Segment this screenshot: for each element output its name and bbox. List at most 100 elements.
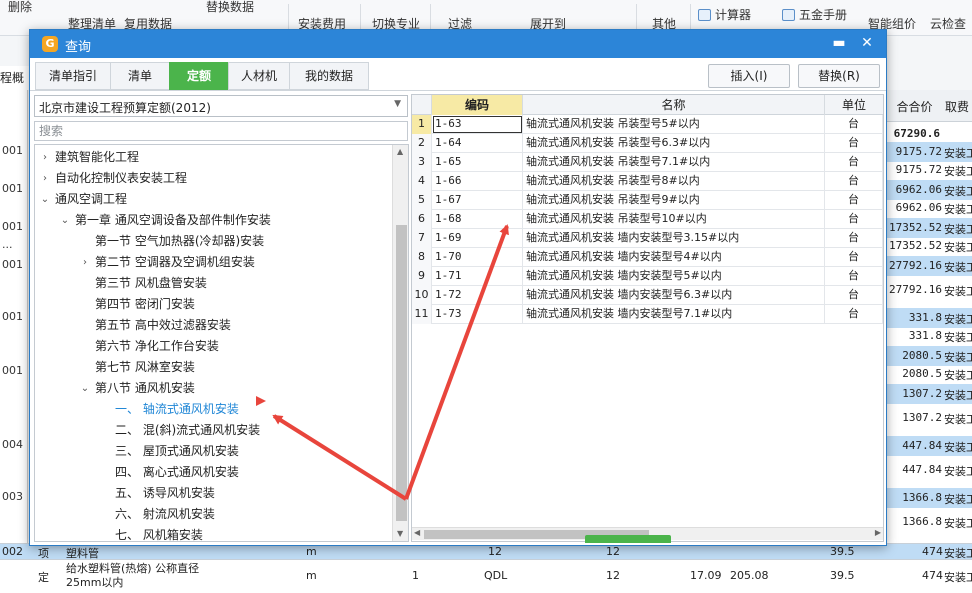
table-row[interactable]: 002 项 塑料管 m 12 12 39.5 474 安装工 <box>0 544 972 560</box>
minimize-icon[interactable]: ▬ <box>830 35 848 53</box>
chevron-right-icon[interactable]: › <box>39 147 51 168</box>
tree-node[interactable]: 一、 轴流式通风机安装 <box>35 399 390 420</box>
chevron-right-icon[interactable]: › <box>39 168 51 189</box>
table-row[interactable]: 6962.06 安装工 <box>887 180 972 200</box>
toolbar-calculator[interactable]: 计算器 <box>698 6 751 23</box>
tree-node[interactable]: ⌄ 第八节 通风机安装 <box>35 378 390 399</box>
chevron-down-icon[interactable]: ⌄ <box>39 189 51 210</box>
tree-node[interactable]: 七、 风机箱安装 <box>35 525 390 541</box>
tree-node[interactable]: 六、 射流风机安装 <box>35 504 390 525</box>
tree-node[interactable]: ⌄ 第一章 通风空调设备及部件制作安装 <box>35 210 390 231</box>
scroll-right-icon[interactable]: ▶ <box>875 528 881 537</box>
code-column-header[interactable]: 编码 <box>432 95 523 115</box>
tab-bill-guide[interactable]: 清单指引 <box>35 62 111 90</box>
tree-node[interactable]: 第三节 风机盘管安装 <box>35 273 390 294</box>
toolbar-delete[interactable]: 删除 <box>8 0 32 15</box>
quota-unit: 台 <box>825 191 883 210</box>
table-row[interactable]: 331.8 安装工 <box>887 326 972 346</box>
tree-node[interactable]: 二、 混(斜)流式通风机安装 <box>35 420 390 441</box>
table-row[interactable]: 1366.8 安装工 <box>887 488 972 508</box>
row-number: 11 <box>412 305 432 324</box>
chevron-down-icon[interactable]: ⌄ <box>59 210 71 231</box>
scroll-left-icon[interactable]: ◀ <box>414 528 420 537</box>
row-code: 001 <box>2 364 23 377</box>
table-row[interactable]: 27792.16 安装工 <box>887 256 972 276</box>
row-number: 4 <box>412 172 432 191</box>
tree-node[interactable]: › 自动化控制仪表安装工程 <box>35 168 390 189</box>
table-row[interactable]: 3 1-65 轴流式通风机安装 吊装型号7.1#以内台 <box>412 153 883 172</box>
row-fee: 安装工 <box>944 466 972 478</box>
tab-labor-material[interactable]: 人材机 <box>228 62 290 90</box>
close-icon[interactable]: ✕ <box>858 34 876 52</box>
tree-node[interactable]: 第五节 高中效过滤器安装 <box>35 315 390 336</box>
project-overview-tab[interactable]: 程概况 <box>0 66 30 109</box>
search-input[interactable] <box>35 122 407 140</box>
table-row[interactable]: 6962.06 安装工 <box>887 198 972 218</box>
tree-node[interactable]: › 第二节 空调器及空调机组安装 <box>35 252 390 273</box>
row-number: 8 <box>412 248 432 267</box>
table-row[interactable]: 9175.72 安装工 <box>887 142 972 162</box>
table-row[interactable]: 447.84 安装工 <box>887 460 972 480</box>
table-row[interactable]: 11 1-73 轴流式通风机安装 墙内安装型号7.1#以内台 <box>412 305 883 324</box>
tree-node-label: 第二节 空调器及空调机组安装 <box>95 255 255 269</box>
table-row[interactable]: 17352.52 安装工 <box>887 236 972 256</box>
name-column-header[interactable]: 名称 <box>523 95 825 115</box>
tab-my-data[interactable]: 我的数据 <box>289 62 369 90</box>
table-row[interactable]: 9 1-71 轴流式通风机安装 墙内安装型号5#以内台 <box>412 267 883 286</box>
table-row[interactable]: 27792.16 安装工 <box>887 280 972 300</box>
tree-node[interactable]: 第六节 净化工作台安装 <box>35 336 390 357</box>
scroll-thumb[interactable] <box>396 225 407 521</box>
tree-node[interactable]: › 建筑智能化工程 <box>35 147 390 168</box>
row-total: 27792.16 <box>889 259 942 272</box>
tree-scrollbar[interactable]: ▲ ▼ <box>392 145 408 541</box>
scroll-down-icon[interactable]: ▼ <box>397 529 403 538</box>
quota-library-select[interactable]: 北京市建设工程预算定额(2012) ▼ <box>34 95 408 117</box>
toolbar-cloud-check[interactable]: 云检查 <box>930 15 966 32</box>
tree-node[interactable]: ⌄ 通风空调工程 <box>35 189 390 210</box>
toolbar-replace[interactable]: 替换数据 <box>206 0 254 15</box>
row-code: ... <box>2 238 13 251</box>
tree-node[interactable]: 五、 诱导风机安装 <box>35 483 390 504</box>
insert-button[interactable]: 插入(I) <box>708 64 790 88</box>
table-row[interactable]: 6 1-68 轴流式通风机安装 吊装型号10#以内台 <box>412 210 883 229</box>
table-row[interactable]: 1307.2 安装工 <box>887 408 972 428</box>
tree-node[interactable]: 第一节 空气加热器(冷却器)安装 <box>35 231 390 252</box>
dialog-title-bar[interactable]: G 查询 ▬ ✕ <box>30 30 886 58</box>
table-row[interactable]: 4 1-66 轴流式通风机安装 吊装型号8#以内台 <box>412 172 883 191</box>
table-row[interactable]: 9175.72 安装工 <box>887 160 972 180</box>
chevron-down-icon[interactable]: ⌄ <box>79 378 91 399</box>
row-total: 2080.5 <box>902 367 942 380</box>
tree-node[interactable]: 第四节 密闭门安装 <box>35 294 390 315</box>
scroll-up-icon[interactable]: ▲ <box>397 147 403 156</box>
table-row[interactable]: 1366.8 安装工 <box>887 512 972 532</box>
quota-unit: 台 <box>825 134 883 153</box>
panel-resize-grip[interactable] <box>585 535 671 543</box>
book-icon <box>782 9 795 21</box>
table-row[interactable]: 2080.5 安装工 <box>887 346 972 366</box>
quota-name: 轴流式通风机安装 吊装型号10#以内 <box>523 210 825 229</box>
table-row[interactable]: 5 1-67 轴流式通风机安装 吊装型号9#以内台 <box>412 191 883 210</box>
table-row[interactable]: 1307.2 安装工 <box>887 384 972 404</box>
tree-node[interactable]: 三、 屋顶式通风机安装 <box>35 441 390 462</box>
row-fee: 安装工 <box>944 186 972 198</box>
tree-node[interactable]: 第七节 风淋室安装 <box>35 357 390 378</box>
table-row[interactable]: 7 1-69 轴流式通风机安装 墙内安装型号3.15#以内台 <box>412 229 883 248</box>
table-row[interactable]: 447.84 安装工 <box>887 436 972 456</box>
table-row[interactable]: 331.8 安装工 <box>887 308 972 328</box>
unit-column-header[interactable]: 单位 <box>825 95 883 115</box>
table-row[interactable]: 17352.52 安装工 <box>887 218 972 238</box>
row-fee: 安装工 <box>944 262 972 274</box>
chevron-right-icon[interactable]: › <box>79 252 91 273</box>
replace-button[interactable]: 替换(R) <box>798 64 880 88</box>
tree-node[interactable]: 四、 离心式通风机安装 <box>35 462 390 483</box>
tab-bill[interactable]: 清单 <box>110 62 170 90</box>
background-bottom-rows: 002 项 塑料管 m 12 12 39.5 474 安装工 定 给水塑料管(热… <box>0 543 972 593</box>
toolbar-hardware-manual[interactable]: 五金手册 <box>782 6 847 23</box>
tab-quota[interactable]: 定额 <box>169 62 229 90</box>
table-row[interactable]: 8 1-70 轴流式通风机安装 墙内安装型号4#以内台 <box>412 248 883 267</box>
table-row[interactable]: 10 1-72 轴流式通风机安装 墙内安装型号6.3#以内台 <box>412 286 883 305</box>
table-row[interactable]: 2080.5 安装工 <box>887 364 972 384</box>
table-row[interactable]: 2 1-64 轴流式通风机安装 吊装型号6.3#以内台 <box>412 134 883 153</box>
row-fee: 安装工 <box>944 494 972 506</box>
table-row[interactable]: 1 1-63 轴流式通风机安装 吊装型号5#以内台 <box>412 115 883 134</box>
